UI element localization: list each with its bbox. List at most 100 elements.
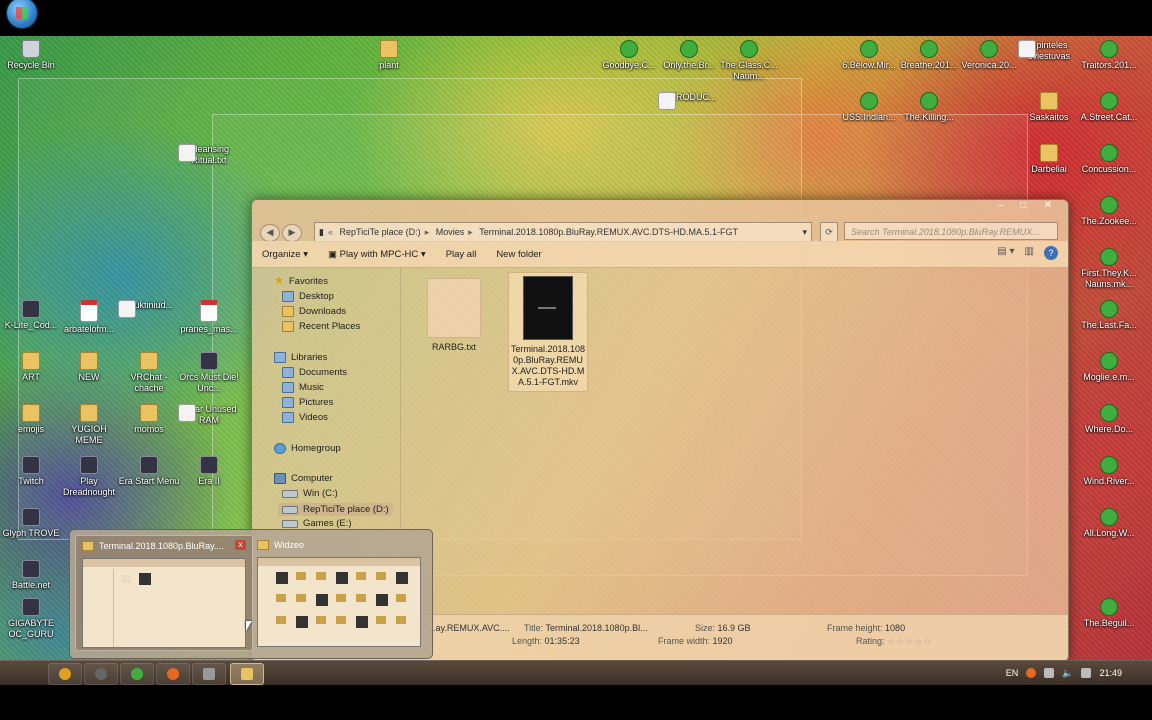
nav-drive-d[interactable]: RepTiciTe place (D:): [278, 503, 393, 516]
desktop-icon-item[interactable]: INTRODUC...: [658, 92, 720, 110]
desktop-icon-item[interactable]: The.Killing...: [898, 92, 960, 123]
file-item-selected[interactable]: Terminal.2018.1080p.BluRay.REMUX.AVC.DTS…: [508, 272, 588, 392]
nav-computer[interactable]: Computer: [274, 473, 333, 484]
desktop-icon-item[interactable]: Era Start Menu: [118, 456, 180, 487]
clock[interactable]: 21:49: [1099, 668, 1122, 678]
title-bar[interactable]: ‒ □ ✕ ◀ ▶ ▮ « RepTiciTe place (D:) ▸ Movie…: [252, 200, 1068, 242]
taskbar-app-5[interactable]: [192, 663, 226, 685]
desktop-icon-item[interactable]: momos: [118, 404, 180, 435]
organize-button[interactable]: Organize ▾: [252, 249, 318, 260]
nav-drive-e[interactable]: Games (E:): [282, 518, 352, 529]
play-with-button[interactable]: ▣ Play with MPC-HC ▾: [318, 249, 436, 260]
close-icon[interactable]: x: [235, 540, 246, 550]
desktop-icon-item[interactable]: First.They.K... Nauns.mk...: [1078, 248, 1140, 290]
breadcrumb-current[interactable]: Terminal.2018.1080p.BluRay.REMUX.AVC.DTS…: [475, 223, 742, 241]
desktop-icon-item[interactable]: sauktiniud...: [118, 300, 180, 318]
nav-homegroup[interactable]: Homegroup: [274, 443, 341, 454]
desktop-icon-item[interactable]: Darbeliai: [1018, 144, 1080, 175]
desktop-icon-item[interactable]: Wind.River...: [1078, 456, 1140, 487]
desktop-icon-item[interactable]: USS.Indian...: [838, 92, 900, 123]
app-icon: [200, 352, 218, 370]
desktop-icon-item[interactable]: Glyph TROVE: [0, 508, 62, 539]
desktop-icon-item[interactable]: Recycle Bin: [0, 40, 62, 71]
desktop-icon-item[interactable]: Concussion...: [1078, 144, 1140, 175]
desktop-icon-item[interactable]: Goodbye.C...: [598, 40, 660, 71]
desktop-icon-item[interactable]: K-Lite_Cod...: [0, 300, 62, 331]
desktop-icon-item[interactable]: The.Zookee...: [1078, 196, 1140, 227]
new-folder-button[interactable]: New folder: [486, 249, 551, 260]
desktop-icon-item[interactable]: YUGIOH MEME: [58, 404, 120, 446]
nav-music[interactable]: Music: [282, 382, 324, 393]
nav-favorites[interactable]: ★ Favorites: [274, 276, 328, 288]
language-indicator[interactable]: EN: [1006, 668, 1019, 678]
desktop-icon-item[interactable]: plant: [358, 40, 420, 71]
desktop-icon-item[interactable]: Moglie.e.m...: [1078, 352, 1140, 383]
back-button[interactable]: ◀: [260, 224, 280, 242]
nav-desktop[interactable]: Desktop: [282, 291, 334, 302]
desktop-icon-item[interactable]: Only.the.Br...: [658, 40, 720, 71]
help-icon[interactable]: ?: [1044, 246, 1058, 260]
nav-drive-c[interactable]: Win (C:): [282, 488, 338, 499]
network-icon[interactable]: [1081, 668, 1092, 678]
detail-size: Size: 16.9 GB: [695, 623, 751, 633]
desktop-icon-item[interactable]: ART: [0, 352, 62, 383]
desktop-icon-item[interactable]: pranes_mas...: [178, 300, 240, 335]
view-options-icon[interactable]: ▤ ▾: [997, 246, 1014, 260]
nav-pictures[interactable]: Pictures: [282, 397, 333, 408]
tray-app-icon[interactable]: [1026, 668, 1037, 678]
desktop-icon-item[interactable]: Spinteles sviestuvas: [1018, 40, 1080, 62]
taskbar-app-2[interactable]: [84, 663, 118, 685]
start-button[interactable]: [6, 0, 38, 29]
desktop-icon-item[interactable]: Where.Do...: [1078, 404, 1140, 435]
close-button[interactable]: ✕: [1034, 200, 1062, 213]
preview-explorer-terminal[interactable]: Terminal.2018.1080p.BluRay.... x: [75, 535, 253, 651]
desktop-icon-item[interactable]: VRChat - chache: [118, 352, 180, 394]
breadcrumb-drive[interactable]: RepTiciTe place (D:): [335, 223, 424, 241]
desktop-icon-item[interactable]: emojis: [0, 404, 62, 435]
preview-pane-icon[interactable]: ▥: [1025, 246, 1034, 260]
desktop-icon-item[interactable]: Breathe.201...: [898, 40, 960, 71]
forward-button[interactable]: ▶: [282, 224, 302, 242]
taskbar-firefox[interactable]: [156, 663, 190, 685]
nav-libraries[interactable]: Libraries: [274, 352, 327, 363]
desktop-icon-item[interactable]: Twitch: [0, 456, 62, 487]
search-input[interactable]: Search Terminal.2018.1080p.BluRay.REMUX.…: [844, 222, 1058, 240]
desktop-icon-item[interactable]: Veronica.20...: [958, 40, 1020, 71]
breadcrumb-movies[interactable]: Movies: [432, 223, 469, 241]
desktop-icon-item[interactable]: A.Street.Cat...: [1078, 92, 1140, 123]
maximize-button[interactable]: □: [1012, 200, 1034, 213]
desktop-icon-item[interactable]: The.Beguil...: [1078, 598, 1140, 629]
desktop-icon-item[interactable]: Traitors.201...: [1078, 40, 1140, 71]
desktop-icon-item[interactable]: NEW: [58, 352, 120, 383]
nav-videos[interactable]: Videos: [282, 412, 328, 423]
nav-downloads[interactable]: Downloads: [282, 306, 346, 317]
desktop-icon-item[interactable]: arbatelofm...: [58, 300, 120, 335]
preview-explorer-widzeo[interactable]: Widzeo: [251, 535, 427, 649]
taskbar-app-1[interactable]: [48, 663, 82, 685]
desktop-icon-item[interactable]: Play Dreadnought: [58, 456, 120, 498]
rating-stars[interactable]: ☆☆☆☆☆: [887, 636, 932, 646]
desktop-icon-item[interactable]: Clear Unused RAM: [178, 404, 240, 426]
nav-recent-places[interactable]: Recent Places: [282, 321, 360, 332]
desktop-icon-item[interactable]: Era II: [178, 456, 240, 487]
desktop-icon-item[interactable]: Orcs Must Die! Unc...: [178, 352, 240, 394]
refresh-button[interactable]: ⟳: [820, 222, 838, 242]
desktop-icon-item[interactable]: All.Long.W...: [1078, 508, 1140, 539]
taskbar-explorer[interactable]: [230, 663, 264, 685]
desktop-icon-item[interactable]: 6.Below.Mir...: [838, 40, 900, 71]
desktop-icon-item[interactable]: GIGABYTE OC_GURU: [0, 598, 62, 640]
minimize-button[interactable]: ‒: [990, 200, 1012, 213]
tray-app-icon[interactable]: [1044, 668, 1055, 678]
desktop-icon-item[interactable]: Saskaitos: [1018, 92, 1080, 123]
taskbar-utorrent[interactable]: [120, 663, 154, 685]
nav-documents[interactable]: Documents: [282, 367, 347, 378]
volume-icon[interactable]: 🔈: [1062, 668, 1073, 679]
desktop-icon-item[interactable]: Cleansing Ritual.txt: [178, 144, 240, 166]
file-item[interactable]: RARBG.txt: [416, 278, 492, 353]
desktop-icon-item[interactable]: The.Last.Fa...: [1078, 300, 1140, 331]
play-all-button[interactable]: Play all: [436, 249, 487, 260]
desktop-icon-item[interactable]: Battle.net: [0, 560, 62, 591]
desktop-icon-item[interactable]: The.Glass.C... Naum...: [718, 40, 780, 82]
chevron-down-icon[interactable]: ▾: [802, 223, 807, 241]
address-bar[interactable]: ▮ « RepTiciTe place (D:) ▸ Movies ▸ Termina…: [314, 222, 812, 242]
